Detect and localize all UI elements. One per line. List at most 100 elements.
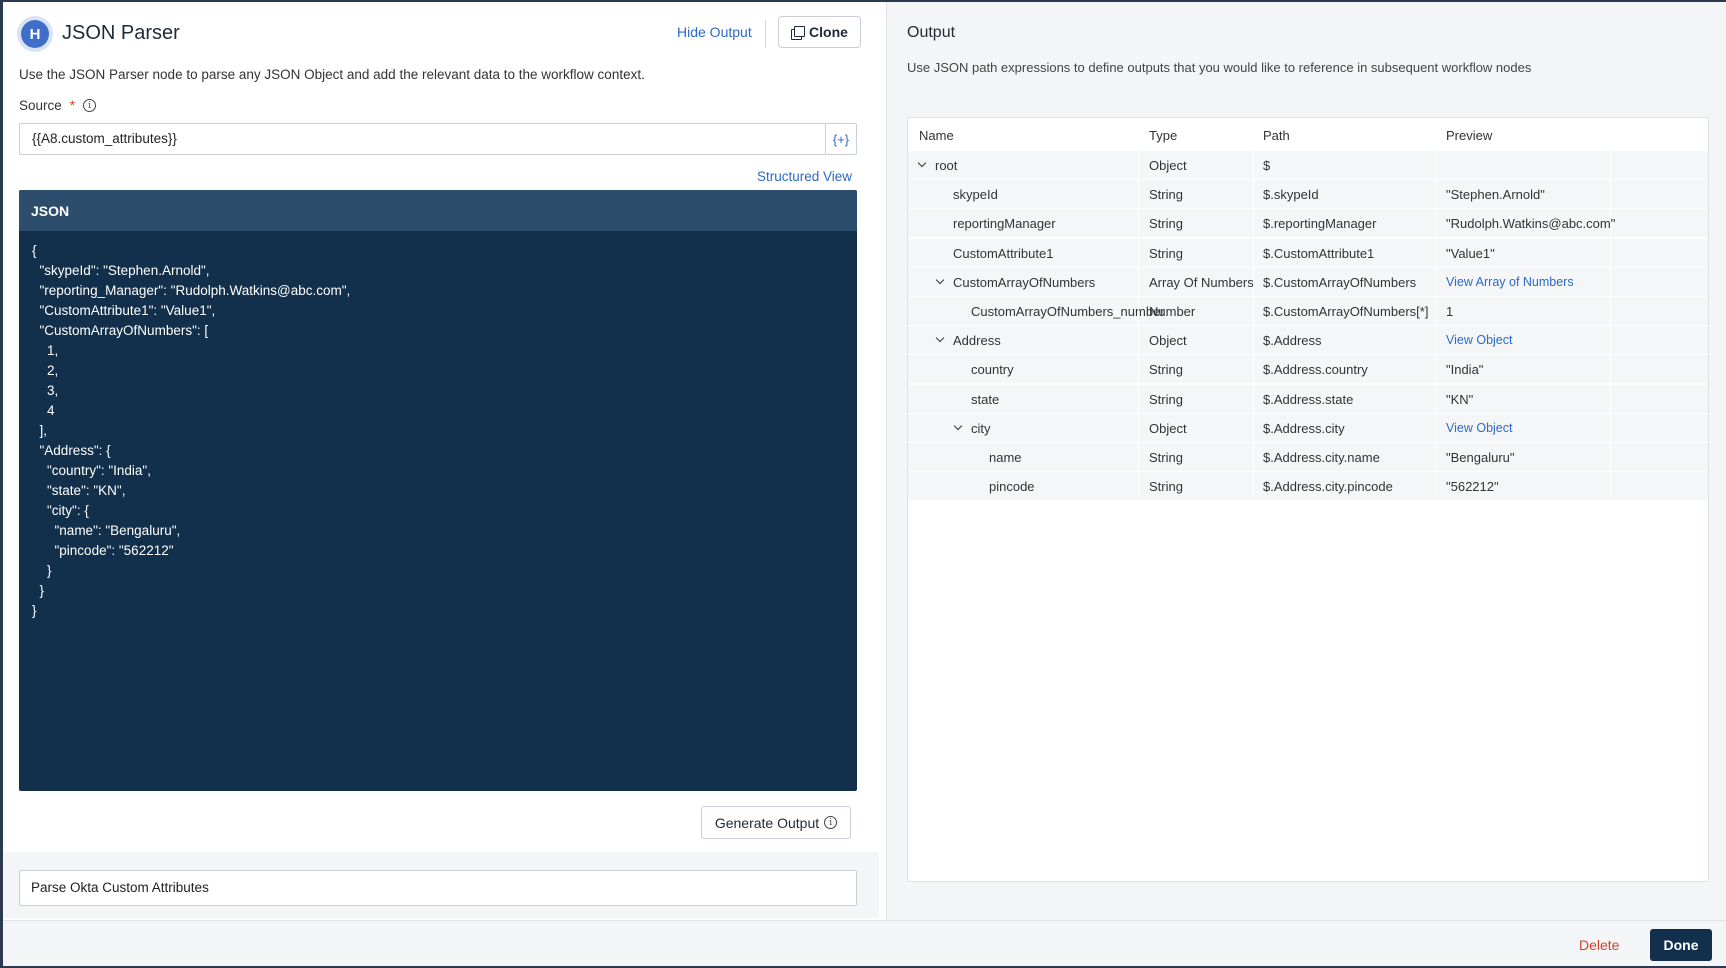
table-row[interactable]: city Object $.Address.city View Object xyxy=(908,413,1708,443)
table-row[interactable]: CustomArrayOfNumbers_number Number $.Custo… xyxy=(908,297,1708,326)
column-separator xyxy=(1610,151,1611,180)
column-separator xyxy=(1253,180,1254,210)
required-marker: * xyxy=(69,98,76,113)
window-edge-top xyxy=(0,0,1726,2)
row-path: $.Address.state xyxy=(1263,391,1354,407)
row-preview: "Rudolph.Watkins@abc.com" xyxy=(1446,216,1616,232)
header-divider xyxy=(765,20,766,48)
row-path: $ xyxy=(1263,158,1271,173)
column-separator xyxy=(1610,267,1611,297)
table-row[interactable]: CustomAttribute1 String $.CustomAttribute1… xyxy=(908,238,1708,268)
column-separator xyxy=(1610,326,1611,356)
row-name: reportingManager xyxy=(953,216,1056,232)
source-input[interactable]: {{A8.custom_attributes}} xyxy=(19,123,826,155)
row-path: $.CustomArrayOfNumbers[*] xyxy=(1263,304,1429,319)
row-preview-link[interactable]: View Object xyxy=(1446,421,1512,435)
column-separator xyxy=(1436,326,1437,356)
row-preview-link[interactable]: View Object xyxy=(1446,333,1512,347)
json-editor-content[interactable]: { "skypeId": "Stephen.Arnold", "reportin… xyxy=(19,231,857,631)
table-row[interactable]: pincode String $.Address.city.pincode "5622… xyxy=(908,472,1708,502)
column-separator xyxy=(1436,355,1437,385)
clone-button[interactable]: Clone xyxy=(778,16,861,48)
app-frame: H JSON Parser Hide Output Clone Use the … xyxy=(0,0,1726,968)
row-name: CustomAttribute1 xyxy=(953,245,1054,261)
table-row[interactable]: CustomArrayOfNumbers Array Of Numbers $.Cu… xyxy=(908,267,1708,297)
row-preview: "KN" xyxy=(1446,391,1474,407)
footer-bar xyxy=(3,920,1726,966)
column-separator xyxy=(1138,472,1139,502)
row-path: $.Address.city xyxy=(1263,420,1345,436)
row-type: Array Of Numbers xyxy=(1149,274,1254,290)
node-name-input[interactable]: Parse Okta Custom Attributes xyxy=(19,870,857,906)
column-separator xyxy=(1436,297,1437,326)
column-separator xyxy=(1610,413,1611,443)
done-button[interactable]: Done xyxy=(1650,929,1712,961)
column-separator xyxy=(1610,355,1611,385)
table-row[interactable]: reportingManager String $.reportingManager… xyxy=(908,209,1708,239)
column-header-preview: Preview xyxy=(1446,128,1493,143)
row-name: state xyxy=(971,391,1000,407)
column-separator xyxy=(1436,443,1437,472)
chevron-down-icon[interactable] xyxy=(935,275,947,287)
row-name: city xyxy=(971,420,991,436)
row-name: root xyxy=(935,158,958,173)
column-separator xyxy=(1253,384,1254,414)
row-path: $.Address.country xyxy=(1263,362,1368,378)
row-preview: "562212" xyxy=(1446,479,1499,495)
row-type: Number xyxy=(1149,304,1196,319)
row-path: $.Address.city.name xyxy=(1263,450,1380,465)
row-preview: "Stephen.Arnold" xyxy=(1446,187,1545,203)
column-separator xyxy=(1436,151,1437,180)
column-separator xyxy=(1138,355,1139,385)
window-edge-left xyxy=(0,0,3,968)
output-table: Name Type Path Preview root Object $ skypeI… xyxy=(907,117,1709,882)
table-row[interactable]: state String $.Address.state "KN" xyxy=(908,384,1708,414)
column-separator xyxy=(1138,384,1139,414)
table-row[interactable]: name String $.Address.city.name "Bengaluru" xyxy=(908,443,1708,472)
row-preview-link[interactable]: View Array of Numbers xyxy=(1446,275,1574,289)
column-separator xyxy=(1253,297,1254,326)
table-row[interactable]: skypeId String $.skypeId "Stephen.Arnold" xyxy=(908,180,1708,210)
column-separator xyxy=(1253,472,1254,502)
table-row[interactable]: root Object $ xyxy=(908,151,1708,180)
row-name: CustomArrayOfNumbers_number xyxy=(971,304,1165,319)
source-label-text: Source xyxy=(19,98,62,113)
row-preview: 1 xyxy=(1446,304,1454,319)
column-separator xyxy=(1436,180,1437,210)
column-separator xyxy=(1253,413,1254,443)
delete-button[interactable]: Delete xyxy=(1579,937,1619,953)
json-editor[interactable]: JSON { "skypeId": "Stephen.Arnold", "rep… xyxy=(19,190,857,791)
structured-view-link[interactable]: Structured View xyxy=(757,169,852,184)
chevron-down-icon[interactable] xyxy=(953,421,965,433)
column-separator xyxy=(1610,238,1611,268)
row-path: $.CustomAttribute1 xyxy=(1263,245,1375,261)
row-type: String xyxy=(1149,187,1183,203)
chevron-down-icon[interactable] xyxy=(917,158,929,170)
row-type: Object xyxy=(1149,420,1187,436)
table-row[interactable]: country String $.Address.country "India" xyxy=(908,355,1708,385)
hide-output-link[interactable]: Hide Output xyxy=(677,24,752,40)
node-logo: H xyxy=(17,16,53,52)
row-name: Address xyxy=(953,333,1001,349)
generate-output-button[interactable]: Generate Output i xyxy=(701,806,851,839)
column-separator xyxy=(1253,326,1254,356)
column-header-name: Name xyxy=(919,128,954,143)
row-preview: "Value1" xyxy=(1446,245,1495,261)
row-name: country xyxy=(971,362,1014,378)
column-separator xyxy=(1253,443,1254,472)
column-separator xyxy=(1610,180,1611,210)
column-separator xyxy=(1610,384,1611,414)
row-type: String xyxy=(1149,216,1183,232)
column-separator xyxy=(1436,209,1437,239)
column-header-path: Path xyxy=(1263,128,1290,143)
row-type: String xyxy=(1149,362,1183,378)
column-separator xyxy=(1138,326,1139,356)
output-title: Output xyxy=(907,24,956,41)
column-separator xyxy=(1138,238,1139,268)
row-type: String xyxy=(1149,479,1183,495)
info-icon[interactable]: i xyxy=(83,99,97,112)
insert-variable-button[interactable]: {+} xyxy=(826,123,857,155)
table-row[interactable]: Address Object $.Address View Object xyxy=(908,326,1708,356)
chevron-down-icon[interactable] xyxy=(935,333,947,345)
column-separator xyxy=(1436,384,1437,414)
